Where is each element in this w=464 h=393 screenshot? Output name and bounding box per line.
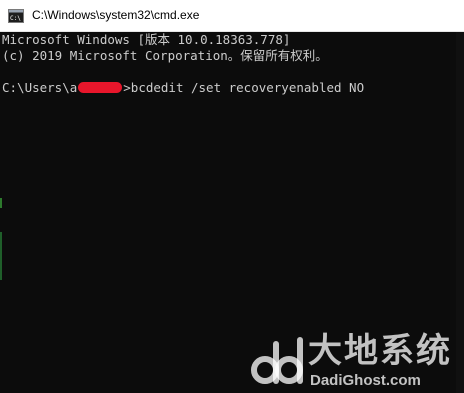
title-bar[interactable]: C:\ C:\Windows\system32\cmd.exe xyxy=(0,0,464,32)
prompt-path: C:\Users\a xyxy=(2,80,78,95)
console-line: (c) 2019 Microsoft Corporation。保留所有权利。 xyxy=(2,48,328,63)
left-edge-strip xyxy=(0,232,2,280)
console-line: Microsoft Windows [版本 10.0.18363.778] xyxy=(2,32,291,47)
svg-text:C:\: C:\ xyxy=(10,15,21,22)
watermark-logo xyxy=(251,337,303,384)
redacted-username xyxy=(78,82,123,93)
watermark-en: DadiGhost.com xyxy=(310,372,421,389)
left-edge-strip xyxy=(0,198,2,208)
cmd-icon: C:\ xyxy=(8,9,24,23)
watermark-cn: 大地系统 xyxy=(308,331,452,371)
command-line: C:\Users\a >bcdedit /set recoveryenabled … xyxy=(2,80,456,96)
watermark: 大地系统 DadiGhost.com xyxy=(250,330,464,393)
command-text: bcdedit /set recoveryenabled NO xyxy=(130,80,365,95)
window-title: C:\Windows\system32\cmd.exe xyxy=(32,8,200,22)
cmd-window: C:\ C:\Windows\system32\cmd.exe Microsof… xyxy=(0,0,464,393)
prompt-symbol: > xyxy=(123,80,131,95)
